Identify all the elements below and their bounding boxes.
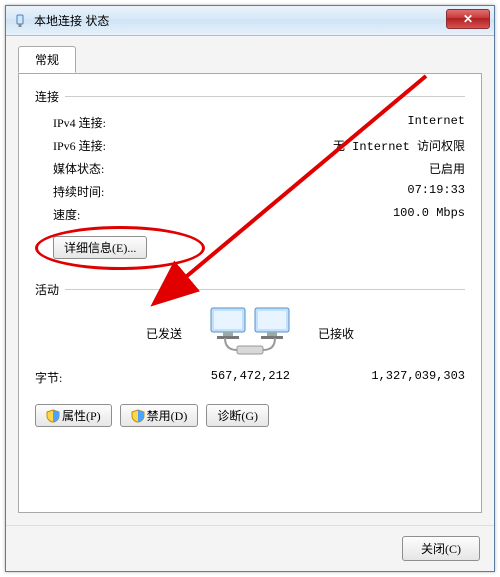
speed-label: 速度:	[53, 206, 80, 223]
ipv6-value: 无 Internet 访问权限	[333, 137, 465, 154]
details-button[interactable]: 详细信息(E)...	[53, 236, 147, 259]
ipv4-label: IPv4 连接:	[53, 114, 106, 131]
group-activity-heading: 活动	[35, 281, 59, 298]
media-state-label: 媒体状态:	[53, 160, 104, 177]
titlebar: 本地连接 状态 ✕	[6, 6, 494, 36]
ipv4-value: Internet	[407, 114, 465, 131]
ipv6-label: IPv6 连接:	[53, 137, 106, 154]
group-connection: 连接 IPv4 连接: Internet IPv6 连接: 无 Internet…	[35, 88, 465, 263]
media-state-value: 已启用	[429, 160, 465, 177]
properties-button-label: 属性(P)	[62, 409, 101, 423]
dialog-body: 常规 连接 IPv4 连接: Internet IPv6 连接: 无 Inter…	[6, 36, 494, 525]
duration-label: 持续时间:	[53, 183, 104, 200]
diagnose-button[interactable]: 诊断(G)	[206, 404, 269, 427]
group-connection-heading: 连接	[35, 88, 59, 105]
received-label: 已接收	[310, 325, 465, 342]
diagnose-button-label: 诊断(G)	[217, 409, 258, 423]
window-close-button[interactable]: ✕	[446, 9, 490, 29]
divider	[65, 96, 465, 97]
close-icon: ✕	[463, 12, 473, 26]
bytes-label: 字节:	[35, 369, 115, 386]
sent-label: 已发送	[35, 325, 190, 342]
bytes-sent-value: 567,472,212	[115, 369, 290, 386]
window-title: 本地连接 状态	[34, 12, 109, 29]
divider	[65, 289, 465, 290]
activity-monitors-icon	[190, 304, 310, 363]
properties-button[interactable]: 属性(P)	[35, 404, 112, 427]
group-activity: 活动 已发送	[35, 281, 465, 386]
tabbar: 常规	[18, 46, 482, 74]
tab-page-general: 连接 IPv4 连接: Internet IPv6 连接: 无 Internet…	[18, 73, 482, 513]
status-dialog: 本地连接 状态 ✕ 常规 连接 IPv4	[5, 5, 495, 572]
speed-value: 100.0 Mbps	[393, 206, 465, 223]
disable-button[interactable]: 禁用(D)	[120, 404, 199, 427]
shield-icon	[131, 409, 145, 423]
dialog-footer: 关闭(C)	[6, 525, 494, 571]
disable-button-label: 禁用(D)	[147, 409, 188, 423]
tab-general[interactable]: 常规	[18, 46, 76, 73]
network-adapter-icon	[12, 13, 28, 29]
close-button[interactable]: 关闭(C)	[402, 536, 480, 561]
duration-value: 07:19:33	[407, 183, 465, 200]
shield-icon	[46, 409, 60, 423]
action-buttons: 属性(P) 禁用(D) 诊断(G)	[35, 404, 465, 427]
bytes-received-value: 1,327,039,303	[290, 369, 465, 386]
